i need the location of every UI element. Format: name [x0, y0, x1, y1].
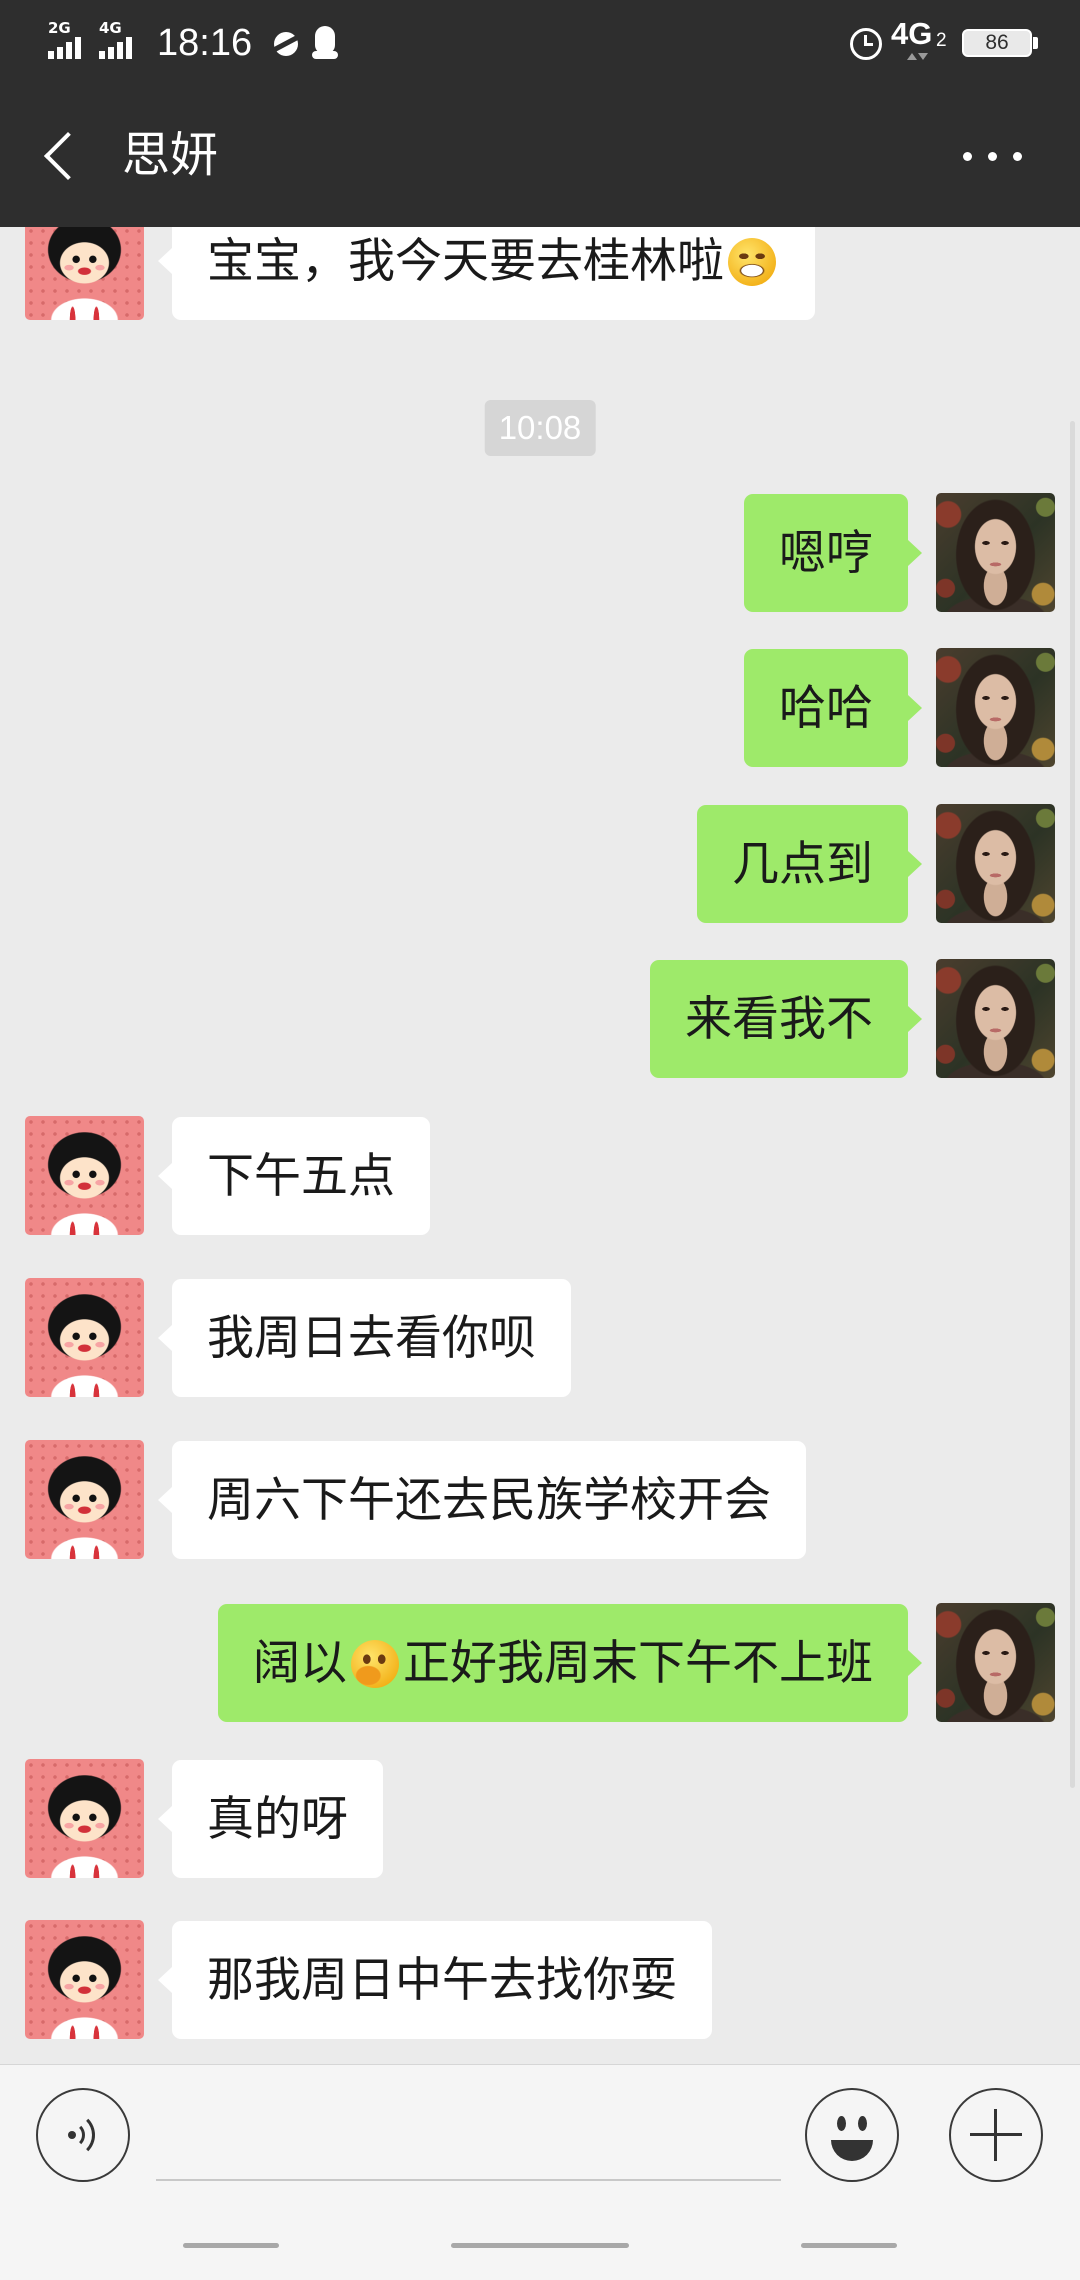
message-bubble[interactable]: 来看我不: [650, 960, 922, 1078]
signal-bar: [117, 42, 123, 59]
message-row-received: 周六下午还去民族学校开会: [0, 1440, 1080, 1559]
message-text: 阔以: [253, 1636, 347, 1689]
contact-avatar[interactable]: [25, 1920, 144, 2039]
message-text: 正好我周末下午不上班: [403, 1636, 873, 1689]
my-avatar[interactable]: [936, 804, 1055, 923]
sim1-network-label: 2G: [48, 19, 71, 37]
more-button[interactable]: [950, 126, 1040, 186]
sim2-network-label: 4G: [99, 19, 122, 37]
emoji-button[interactable]: [805, 2088, 899, 2182]
contact-avatar[interactable]: [25, 1116, 144, 1235]
qq-penguin-icon: [312, 26, 338, 60]
message-bubble[interactable]: 周六下午还去民族学校开会: [158, 1441, 806, 1559]
emoji-icon-eye: [858, 2116, 867, 2131]
message-text: 周六下午还去民族学校开会: [207, 1473, 771, 1526]
top-bar: 2G 4G 18:16 4G 2 86 思妍: [0, 0, 1080, 227]
signal-bars-icon: [48, 37, 88, 59]
chat-title: 思妍: [122, 129, 219, 182]
alarm-clock-icon: [850, 28, 882, 60]
signal-bar: [108, 47, 114, 59]
message-text: 宝宝，我今天要去桂林啦: [207, 234, 724, 287]
signal-bar: [66, 42, 72, 59]
message-bubble[interactable]: 宝宝，我今天要去桂林啦: [158, 227, 815, 320]
nav-gesture-home[interactable]: [451, 2243, 629, 2248]
signal-bar: [126, 37, 132, 59]
my-avatar[interactable]: [936, 959, 1055, 1078]
battery-nub: [1033, 37, 1038, 49]
my-avatar[interactable]: [936, 493, 1055, 612]
grinning-face-emoji-icon: [728, 237, 776, 286]
message-row-sent: 几点到: [0, 804, 1080, 923]
planet-icon: [271, 30, 301, 58]
more-functions-button[interactable]: [949, 2088, 1043, 2182]
message-row-received: 宝宝，我今天要去桂林啦: [0, 227, 1080, 320]
message-row-sent: 嗯哼: [0, 493, 1080, 612]
data-activity-icon: [907, 52, 929, 62]
signal-bar: [75, 37, 81, 59]
message-row-sent: 阔以 正好我周末下午不上班: [0, 1603, 1080, 1722]
message-text: 我周日去看你呗: [207, 1311, 536, 1364]
more-dot: [1013, 152, 1022, 161]
sim2-signal-icon: 4G: [99, 21, 139, 59]
message-bubble[interactable]: 下午五点: [158, 1117, 430, 1235]
emoji-icon-mouth: [831, 2140, 873, 2161]
network-type: 4G: [891, 16, 933, 51]
status-time: 18:16: [157, 22, 253, 64]
chevron-left-icon: [43, 131, 93, 181]
message-row-received: 我周日去看你呗: [0, 1278, 1080, 1397]
nav-gesture-menu[interactable]: [183, 2243, 279, 2248]
message-text: 下午五点: [207, 1149, 395, 1202]
message-bubble[interactable]: 真的呀: [158, 1760, 383, 1878]
battery-icon: 86: [962, 29, 1032, 57]
signal-bar: [57, 47, 63, 59]
message-row-received: 那我周日中午去找你耍: [0, 1920, 1080, 2039]
battery-level: 86: [985, 31, 1009, 54]
message-bubble[interactable]: 那我周日中午去找你耍: [158, 1921, 712, 2039]
more-dot: [963, 152, 972, 161]
back-button[interactable]: [30, 116, 110, 196]
message-text: 来看我不: [685, 992, 873, 1045]
contact-avatar[interactable]: [25, 1278, 144, 1397]
sim1-signal-icon: 2G: [48, 21, 88, 59]
voice-input-button[interactable]: [36, 2088, 130, 2182]
contact-avatar[interactable]: [25, 1759, 144, 1878]
my-avatar[interactable]: [936, 1603, 1055, 1722]
face-with-hand-over-mouth-emoji-icon: [351, 1639, 399, 1688]
message-row-received: 下午五点: [0, 1116, 1080, 1235]
emoji-icon-eye: [837, 2116, 846, 2131]
signal-bars-icon: [99, 37, 139, 59]
message-text: 几点到: [732, 837, 873, 890]
message-text: 那我周日中午去找你耍: [207, 1953, 677, 2006]
message-row-received: 真的呀: [0, 1759, 1080, 1878]
contact-avatar[interactable]: [25, 227, 144, 320]
chat-area[interactable]: 宝宝，我今天要去桂林啦 10:08 嗯哼 哈哈 几点到 来看我不 下午五点 我周…: [0, 227, 1080, 2064]
signal-bar: [99, 51, 105, 59]
input-bar: [0, 2064, 1080, 2280]
network-slot: 2: [936, 30, 947, 51]
message-timestamp: 10:08: [484, 400, 596, 456]
message-text: 哈哈: [779, 681, 873, 734]
more-dot: [988, 152, 997, 161]
message-bubble[interactable]: 阔以 正好我周末下午不上班: [218, 1604, 922, 1722]
message-text: 嗯哼: [779, 526, 873, 579]
message-bubble[interactable]: 哈哈: [744, 649, 922, 767]
message-row-sent: 哈哈: [0, 648, 1080, 767]
signal-bar: [48, 51, 54, 59]
nav-gesture-back[interactable]: [801, 2243, 897, 2248]
contact-avatar[interactable]: [25, 1440, 144, 1559]
message-bubble[interactable]: 我周日去看你呗: [158, 1279, 571, 1397]
scrollbar[interactable]: [1070, 421, 1075, 1788]
my-avatar[interactable]: [936, 648, 1055, 767]
message-row-sent: 来看我不: [0, 959, 1080, 1078]
message-bubble[interactable]: 嗯哼: [744, 494, 922, 612]
message-input[interactable]: [156, 2119, 781, 2181]
voice-icon-wave: [49, 2112, 95, 2158]
message-bubble[interactable]: 几点到: [697, 805, 922, 923]
message-text: 真的呀: [207, 1792, 348, 1845]
plus-icon-bar: [994, 2109, 997, 2161]
